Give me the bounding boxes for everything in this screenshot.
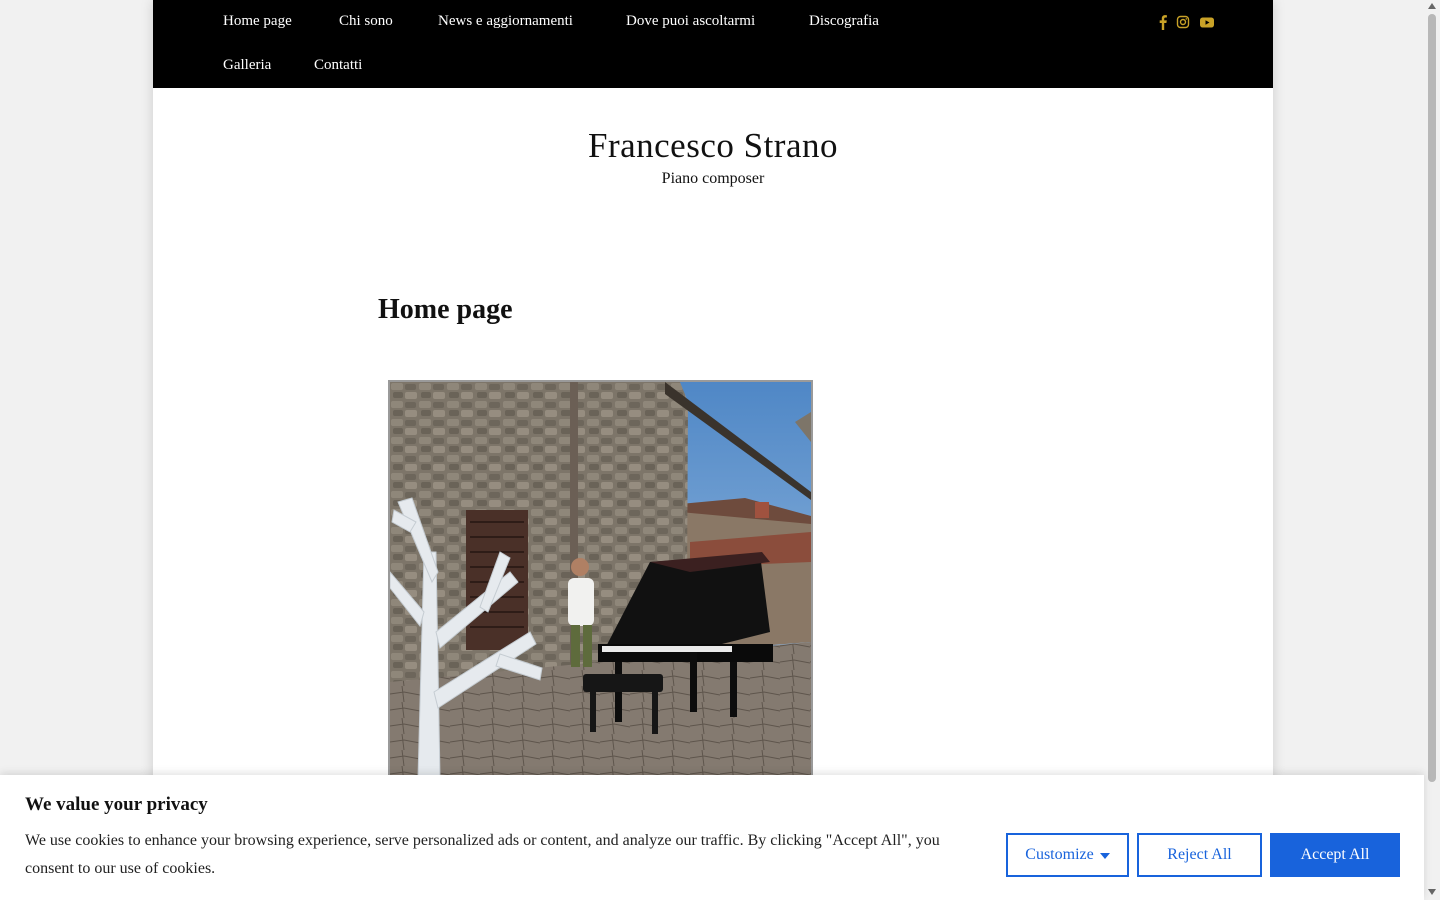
accept-all-button[interactable]: Accept All [1270,833,1400,877]
nav-chi-sono[interactable]: Chi sono [339,12,393,30]
nav-home-page[interactable]: Home page [223,12,292,30]
customize-button[interactable]: Customize [1006,833,1129,877]
scroll-down-icon[interactable] [1428,889,1436,895]
scroll-up-icon[interactable] [1428,3,1436,9]
nav-dove-ascoltarmi[interactable]: Dove puoi ascoltarmi [626,12,755,30]
site-tagline: Piano composer [661,170,765,187]
youtube-icon[interactable] [1199,13,1215,31]
cookie-description: We use cookies to enhance your browsing … [25,832,940,877]
reject-all-button[interactable]: Reject All [1137,833,1262,877]
page-scrollbar[interactable] [1424,0,1440,900]
customize-label: Customize [1025,846,1094,863]
nav-galleria[interactable]: Galleria [223,56,271,74]
scroll-thumb[interactable] [1428,14,1436,782]
nav-contatti[interactable]: Contatti [314,56,362,74]
page-title: Home page [378,294,513,325]
facebook-icon[interactable] [1156,13,1170,31]
cookie-banner: We value your privacy We use cookies to … [0,775,1424,900]
caret-down-icon [1099,853,1110,859]
page-container: Home page Chi sono News e aggiornamenti … [153,0,1273,900]
cookie-title: We value your privacy [25,794,208,815]
nav-discografia[interactable]: Discografia [809,12,879,30]
top-navigation: Home page Chi sono News e aggiornamenti … [153,0,1273,88]
site-title[interactable]: Francesco Strano [153,124,1273,168]
photo-illustration [390,382,811,778]
piano-photo [388,380,813,780]
instagram-icon[interactable] [1176,13,1190,31]
nav-news[interactable]: News e aggiornamenti [438,12,573,30]
